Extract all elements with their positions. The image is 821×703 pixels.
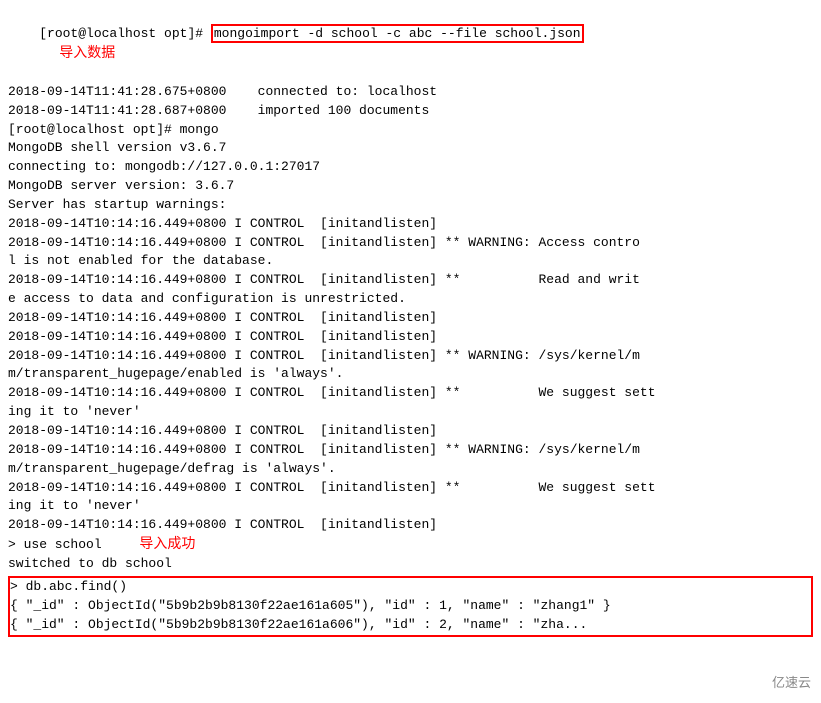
line-9: 2018-09-14T10:14:16.449+0800 I CONTROL […	[8, 215, 813, 234]
line-15: 2018-09-14T10:14:16.449+0800 I CONTROL […	[8, 384, 813, 422]
line-14: 2018-09-14T10:14:16.449+0800 I CONTROL […	[8, 347, 813, 385]
line-2: 2018-09-14T11:41:28.675+0800 connected t…	[8, 83, 813, 102]
line-3: 2018-09-14T11:41:28.687+0800 imported 10…	[8, 102, 813, 121]
line-22: > db.abc.find()	[10, 578, 811, 597]
line-20: > use school 导入成功	[8, 535, 813, 555]
annotation-import-success: 导入成功	[139, 537, 195, 552]
line-18: 2018-09-14T10:14:16.449+0800 I CONTROL […	[8, 479, 813, 517]
line-10: 2018-09-14T10:14:16.449+0800 I CONTROL […	[8, 234, 813, 272]
line-17: 2018-09-14T10:14:16.449+0800 I CONTROL […	[8, 441, 813, 479]
line-1: [root@localhost opt]# mongoimport -d sch…	[8, 6, 813, 83]
line-23: { "_id" : ObjectId("5b9b2b9b8130f22ae161…	[10, 597, 811, 616]
line-21: switched to db school	[8, 555, 813, 574]
watermark: 亿速云	[772, 674, 811, 693]
line-19: 2018-09-14T10:14:16.449+0800 I CONTROL […	[8, 516, 813, 535]
line-6: connecting to: mongodb://127.0.0.1:27017	[8, 158, 813, 177]
line-8: Server has startup warnings:	[8, 196, 813, 215]
line-24: { "_id" : ObjectId("5b9b2b9b8130f22ae161…	[10, 616, 811, 635]
annotation-import-data: 导入数据	[59, 46, 115, 61]
line-4: [root@localhost opt]# mongo	[8, 121, 813, 140]
line-12: 2018-09-14T10:14:16.449+0800 I CONTROL […	[8, 309, 813, 328]
line-7: MongoDB server version: 3.6.7	[8, 177, 813, 196]
result-box: > db.abc.find() { "_id" : ObjectId("5b9b…	[8, 576, 813, 637]
terminal: [root@localhost opt]# mongoimport -d sch…	[0, 0, 821, 703]
line-5: MongoDB shell version v3.6.7	[8, 139, 813, 158]
prompt-text: [root@localhost opt]#	[39, 26, 211, 41]
line-13: 2018-09-14T10:14:16.449+0800 I CONTROL […	[8, 328, 813, 347]
line-16: 2018-09-14T10:14:16.449+0800 I CONTROL […	[8, 422, 813, 441]
line-11: 2018-09-14T10:14:16.449+0800 I CONTROL […	[8, 271, 813, 309]
command-highlighted: mongoimport -d school -c abc --file scho…	[211, 24, 584, 43]
